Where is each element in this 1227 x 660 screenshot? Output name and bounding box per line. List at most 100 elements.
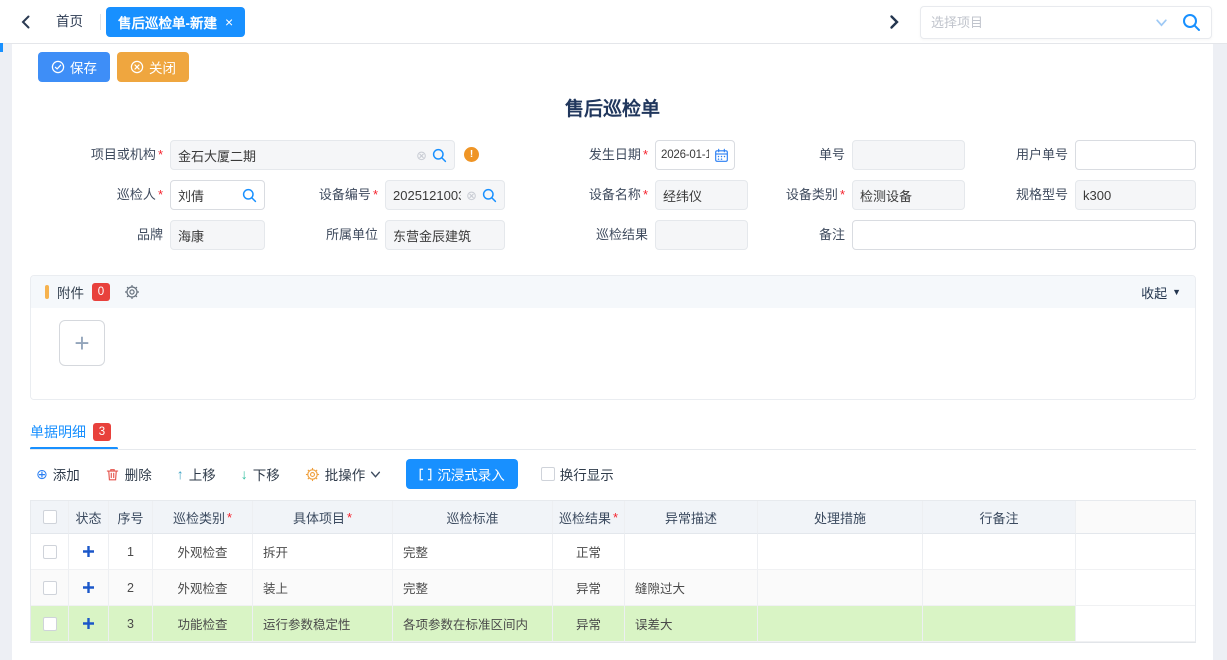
row-standard-cell[interactable]: 完整	[393, 534, 553, 570]
caret-down-icon: ▼	[1172, 287, 1181, 297]
row-abnormal-cell[interactable]: 误差大	[625, 606, 758, 642]
spec-model-field: k300	[1075, 180, 1196, 210]
device-no-field[interactable]: 2025121003 ⊗	[385, 180, 505, 210]
inspector-field[interactable]: 刘倩	[170, 180, 265, 210]
project-search-input[interactable]	[931, 15, 1155, 30]
row-measure-cell[interactable]	[758, 570, 923, 606]
required-asterisk: *	[373, 187, 378, 202]
row-standard-cell[interactable]: 各项参数在标准区间内	[393, 606, 553, 642]
chevron-right-icon[interactable]	[884, 12, 904, 32]
row-select-cell	[31, 534, 69, 570]
col-header-label: 巡检结果	[559, 508, 611, 527]
close-button[interactable]: 关闭	[117, 52, 189, 82]
required-asterisk: *	[227, 510, 232, 525]
project-search-box	[920, 6, 1212, 39]
search-icon[interactable]	[242, 188, 257, 203]
row-abnormal-cell[interactable]	[625, 534, 758, 570]
collapse-toggle[interactable]: 收起 ▼	[1141, 283, 1181, 302]
search-icon[interactable]	[432, 148, 447, 163]
row-standard-cell[interactable]: 完整	[393, 570, 553, 606]
col-header-category[interactable]: 巡检类别*	[153, 501, 253, 534]
row-category-cell[interactable]: 外观检查	[153, 534, 253, 570]
calendar-icon[interactable]	[714, 148, 729, 163]
project-field[interactable]: 金石大厦二期 ⊗	[170, 140, 455, 170]
device-name-label: 设备名称*	[565, 180, 648, 210]
tab-active-inspection-form[interactable]: 售后巡检单-新建 ×	[106, 7, 245, 37]
row-item-cell[interactable]: 装上	[253, 570, 393, 606]
tab-home[interactable]: 首页	[46, 0, 93, 44]
remark-field[interactable]	[852, 220, 1196, 250]
row-category-cell[interactable]: 功能检查	[153, 606, 253, 642]
row-filler-cell	[1076, 570, 1195, 606]
search-icon[interactable]	[482, 188, 497, 203]
chevron-left-icon[interactable]	[16, 12, 36, 32]
row-seq-cell: 2	[109, 570, 153, 606]
row-measure-cell[interactable]	[758, 606, 923, 642]
table-row[interactable]: 1 外观检查 拆开 完整 正常	[31, 534, 1195, 570]
batch-actions-dropdown[interactable]: 批操作	[305, 464, 382, 484]
wrap-display-checkbox[interactable]	[541, 467, 555, 481]
required-asterisk: *	[840, 187, 845, 202]
move-down-button[interactable]: ↓ 下移	[241, 464, 280, 484]
row-result-cell[interactable]: 正常	[553, 534, 625, 570]
search-icon[interactable]	[1182, 13, 1201, 32]
occur-date-value: 2026-01-13	[661, 149, 709, 161]
delete-row-label: 删除	[125, 464, 152, 484]
tab-divider	[30, 449, 1196, 450]
occur-date-field[interactable]: 2026-01-13	[655, 140, 735, 170]
table-row[interactable]: 2 外观检查 装上 完整 异常 缝隙过大	[31, 570, 1195, 606]
row-result-cell[interactable]: 异常	[553, 606, 625, 642]
tab-detail[interactable]: 单据明细 3	[30, 422, 111, 442]
attachments-section: 附件 0 收起 ▼ +	[30, 275, 1196, 400]
immersive-entry-button[interactable]: 沉浸式录入	[406, 459, 518, 489]
device-name-field: 经纬仪	[655, 180, 748, 210]
upload-attachment-button[interactable]: +	[59, 320, 105, 366]
row-checkbox[interactable]	[43, 581, 57, 595]
clear-icon[interactable]: ⊗	[466, 189, 477, 202]
row-abnormal-cell[interactable]: 缝隙过大	[625, 570, 758, 606]
row-item-cell[interactable]: 拆开	[253, 534, 393, 570]
arrow-down-icon: ↓	[241, 467, 248, 481]
col-header-measure[interactable]: 处理措施	[758, 501, 923, 534]
row-select-cell	[31, 570, 69, 606]
row-result-cell[interactable]: 异常	[553, 570, 625, 606]
col-header-abnormal[interactable]: 异常描述	[625, 501, 758, 534]
wrap-display-toggle[interactable]: 换行显示	[541, 464, 614, 484]
col-header-item[interactable]: 具体项目*	[253, 501, 393, 534]
gear-icon[interactable]	[124, 284, 140, 300]
table-row-selected[interactable]: 3 功能检查 运行参数稳定性 各项参数在标准区间内 异常 误差大	[31, 606, 1195, 642]
row-remark-cell[interactable]	[923, 534, 1076, 570]
user-order-no-field[interactable]	[1075, 140, 1196, 170]
row-checkbox[interactable]	[43, 617, 57, 631]
col-header-result[interactable]: 巡检结果*	[553, 501, 625, 534]
close-label: 关闭	[149, 57, 176, 77]
delete-row-button[interactable]: 删除	[105, 464, 152, 484]
col-header-status[interactable]: 状态	[69, 501, 109, 534]
move-up-button[interactable]: ↑ 上移	[177, 464, 216, 484]
row-measure-cell[interactable]	[758, 534, 923, 570]
form-page: 保存 关闭 售后巡检单 项目或机构* 金石大厦二期 ⊗ ! 发生日期* 2026…	[12, 44, 1213, 660]
save-button[interactable]: 保存	[38, 52, 110, 82]
occur-date-label: 发生日期*	[565, 140, 648, 170]
col-header-standard[interactable]: 巡检标准	[393, 501, 553, 534]
row-remark-cell[interactable]	[923, 570, 1076, 606]
row-status-cell	[69, 606, 109, 642]
tab-close-icon[interactable]: ×	[225, 15, 233, 29]
brackets-icon	[419, 468, 432, 481]
row-item-cell[interactable]: 运行参数稳定性	[253, 606, 393, 642]
row-category-cell[interactable]: 外观检查	[153, 570, 253, 606]
info-icon[interactable]: !	[464, 147, 479, 162]
row-checkbox[interactable]	[43, 545, 57, 559]
device-category-field: 检测设备	[852, 180, 965, 210]
add-row-button[interactable]: ⊕ 添加	[36, 464, 80, 484]
new-row-cross-icon	[82, 617, 95, 630]
move-up-label: 上移	[189, 464, 216, 484]
clear-icon[interactable]: ⊗	[416, 149, 427, 162]
col-header-seq[interactable]: 序号	[109, 501, 153, 534]
sidebar-handle[interactable]	[0, 43, 3, 52]
chevron-down-icon[interactable]	[1155, 16, 1168, 29]
required-asterisk: *	[158, 147, 163, 162]
select-all-checkbox[interactable]	[43, 510, 57, 524]
col-header-row-remark[interactable]: 行备注	[923, 501, 1076, 534]
row-remark-cell[interactable]	[923, 606, 1076, 642]
